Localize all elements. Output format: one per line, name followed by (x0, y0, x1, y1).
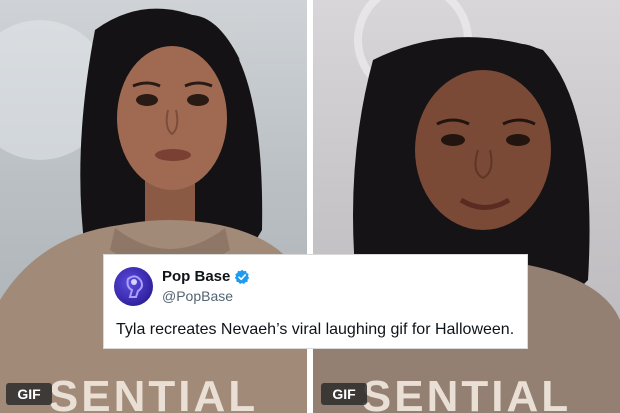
left-gif-badge: GIF (6, 383, 52, 405)
tweet-card[interactable]: Pop Base @PopBase Tyla recreates Nevaeh’… (103, 254, 528, 349)
display-name-text[interactable]: Pop Base (162, 268, 230, 285)
tweet-handle[interactable]: @PopBase (162, 288, 233, 304)
left-gif-panel: SENTIAL (0, 0, 307, 413)
pop-base-avatar[interactable] (114, 267, 153, 306)
right-person-image (313, 0, 620, 413)
right-gif-badge: GIF (321, 383, 367, 405)
tweet-text: Tyla recreates Nevaeh’s viral laughing g… (116, 321, 515, 338)
left-person-image (0, 8, 307, 413)
right-gif-panel: SENTIAL (313, 0, 620, 413)
verified-badge-icon (234, 269, 250, 285)
tweet-display-name[interactable]: Pop Base (162, 268, 250, 285)
avatar-logo-icon (126, 275, 143, 298)
